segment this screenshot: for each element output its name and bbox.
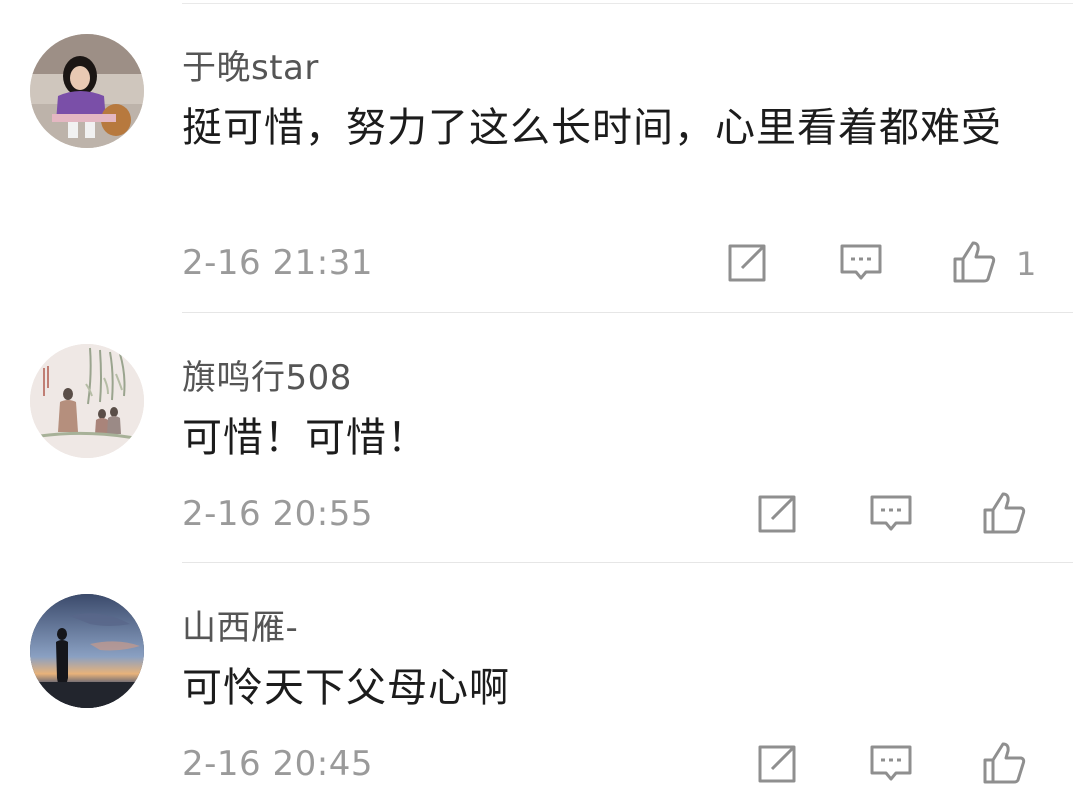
share-icon[interactable] xyxy=(754,491,800,537)
comment-time: 2-16 21:31 xyxy=(182,243,373,283)
avatar-painting-image xyxy=(30,344,144,458)
share-icon[interactable] xyxy=(724,240,770,286)
thumbs-up-icon[interactable] xyxy=(981,490,1027,536)
avatar-sunset-image xyxy=(30,594,144,708)
avatar[interactable] xyxy=(30,34,144,148)
top-divider xyxy=(182,3,1073,4)
comment-text: 挺可惜，努力了这么长时间，心里看着都难受 xyxy=(182,105,1002,151)
avatar[interactable] xyxy=(30,344,144,458)
share-icon[interactable] xyxy=(754,741,800,787)
comment-icon[interactable] xyxy=(868,491,914,537)
avatar-girl-image xyxy=(30,34,144,148)
comment-text: 可惜！可惜！ xyxy=(182,415,428,461)
username[interactable]: 于晚star xyxy=(182,40,319,89)
username[interactable]: 旗鸣行508 xyxy=(182,350,352,399)
comment-icon[interactable] xyxy=(868,741,914,787)
divider xyxy=(182,562,1073,563)
thumbs-up-icon[interactable] xyxy=(951,239,997,285)
divider xyxy=(182,312,1073,313)
comment-time: 2-16 20:55 xyxy=(182,494,373,534)
comment-time: 2-16 20:45 xyxy=(182,744,373,784)
avatar[interactable] xyxy=(30,594,144,708)
like-count: 1 xyxy=(1016,245,1037,283)
thumbs-up-icon[interactable] xyxy=(981,740,1027,786)
username[interactable]: 山西雁- xyxy=(182,600,298,649)
comment-icon[interactable] xyxy=(838,240,884,286)
comment-text: 可怜天下父母心啊 xyxy=(182,665,510,711)
